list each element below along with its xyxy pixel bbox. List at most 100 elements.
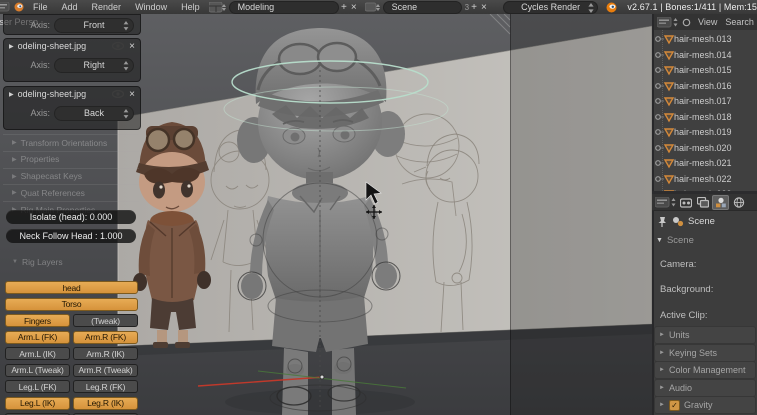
outliner-item[interactable]: hair-mesh.017 (654, 94, 757, 108)
rig-layer-armL-tweak-button[interactable]: Arm.L (Tweak) (5, 364, 70, 377)
breadcrumb-label: Scene (688, 216, 715, 227)
object-mesh-icon (654, 33, 674, 45)
bg-image-panel-back: ▶ odeling-sheet.jpg × Axis: Back (3, 86, 141, 130)
eye-icon[interactable] (112, 42, 124, 50)
object-mesh-icon (654, 49, 674, 61)
layout-close-icon[interactable]: × (349, 2, 359, 13)
tab-render-layers-icon[interactable] (695, 196, 710, 209)
menu-help[interactable]: Help (174, 2, 207, 12)
scene-close-icon[interactable]: × (479, 2, 489, 13)
neck-follow-head-slider[interactable]: Neck Follow Head : 1.000 (6, 229, 136, 243)
outliner-menu-search[interactable]: Search (721, 17, 757, 27)
rig-layer-armR-tweak-button[interactable]: Arm.R (Tweak) (73, 364, 138, 377)
outliner-item[interactable]: hair-mesh.015 (654, 63, 757, 77)
axis-front-select[interactable]: Front (54, 18, 134, 33)
rig-layer-fingers-button[interactable]: Fingers (5, 314, 70, 327)
object-mesh-icon (654, 142, 674, 154)
panel-shapecast-keys[interactable]: ▶Shapecast Keys (3, 168, 139, 184)
object-mesh-icon (654, 64, 674, 76)
menu-window[interactable]: Window (128, 2, 174, 12)
rig-layer-torso-button[interactable]: Torso (5, 298, 138, 311)
isolate-head-slider[interactable]: Isolate (head): 0.000 (6, 210, 136, 224)
section-gravity[interactable]: ►✓Gravity (654, 396, 756, 414)
outliner-item[interactable]: hair-mesh.018 (654, 110, 757, 124)
close-icon[interactable]: × (129, 41, 135, 52)
outliner-item[interactable]: hair-mesh.021 (654, 156, 757, 170)
object-mesh-icon (654, 126, 674, 138)
n-panel-region (510, 14, 652, 415)
object-mesh-icon (654, 80, 674, 92)
outliner-item[interactable]: hair-mesh.022 (654, 172, 757, 186)
background-field-label: Background: (660, 284, 713, 295)
outliner-item[interactable]: hair-mesh.014 (654, 48, 757, 62)
menu-render[interactable]: Render (85, 2, 129, 12)
scene-browse-icon[interactable] (365, 2, 381, 13)
bg-image-panel-right: ▶ odeling-sheet.jpg × Axis: Right (3, 38, 141, 82)
close-icon[interactable]: × (129, 89, 135, 100)
screen-layout-icon[interactable] (209, 2, 227, 13)
tab-render-icon[interactable] (678, 196, 693, 209)
rig-layer-legR-fk-button[interactable]: Leg.R (FK) (73, 380, 138, 393)
editor-type-icon[interactable] (0, 2, 10, 12)
bg-image-name: odeling-sheet.jpg (18, 41, 113, 51)
outliner-item[interactable]: hair-mesh.019 (654, 125, 757, 139)
tab-scene-icon[interactable] (712, 195, 729, 210)
rig-layer-tweak-button[interactable]: (Tweak) (73, 314, 138, 327)
rig-layer-armL-fk-button[interactable]: Arm.L (FK) (5, 331, 70, 344)
gravity-checkbox[interactable]: ✓ (669, 400, 680, 411)
scene-stats: v2.67.1 | Bones:1/411 | Mem:15 (627, 2, 757, 12)
layout-add-icon[interactable]: + (339, 2, 349, 13)
menu-add[interactable]: Add (55, 2, 85, 12)
scene-add-icon[interactable]: + (469, 2, 479, 13)
object-mesh-icon (654, 111, 674, 123)
rig-layer-legR-ik-button[interactable]: Leg.R (IK) (73, 397, 138, 410)
outliner-item[interactable]: hair-mesh.016 (654, 79, 757, 93)
outliner-menu-view[interactable]: View (694, 17, 721, 27)
scene-datablock-icon (672, 216, 684, 227)
rig-layer-armR-fk-button[interactable]: Arm.R (FK) (73, 331, 138, 344)
scene-panel-header[interactable]: ▼Scene (656, 235, 694, 246)
tab-world-icon[interactable] (731, 196, 746, 209)
object-mesh-icon (654, 95, 674, 107)
sidebar-overlay: hair-mesh.013 hair-mesh.014 hair-mesh.01… (652, 14, 757, 415)
rig-layer-armL-ik-button[interactable]: Arm.L (IK) (5, 347, 70, 360)
axis-label: Axis: (4, 60, 54, 70)
section-audio[interactable]: ►Audio (654, 379, 756, 397)
panel-quat-references[interactable]: ▶Quat References (3, 184, 139, 200)
expand-arrow-icon[interactable]: ▶ (9, 43, 14, 50)
axis-label: Axis: (4, 20, 54, 30)
section-keying-sets[interactable]: ►Keying Sets (654, 344, 756, 362)
properties-display-icon[interactable] (655, 197, 677, 208)
rig-layer-legL-fk-button[interactable]: Leg.L (FK) (5, 380, 70, 393)
menu-file[interactable]: File (26, 2, 55, 12)
rig-layer-head-button[interactable]: head (5, 281, 138, 294)
section-color-management[interactable]: ►Color Management (654, 361, 756, 379)
camera-field-label: Camera: (660, 259, 696, 270)
rig-layer-armR-ik-button[interactable]: Arm.R (IK) (73, 347, 138, 360)
active-clip-field-label: Active Clip: (660, 310, 708, 321)
scene-name-field[interactable]: Scene (383, 1, 462, 14)
axis-right-select[interactable]: Right (54, 58, 134, 73)
top-header: File Add Render Window Help Modeling + ×… (0, 0, 757, 15)
axis-back-select[interactable]: Back (54, 106, 134, 121)
panel-rig-layers[interactable]: ▼Rig Layers (3, 254, 139, 269)
panel-properties[interactable]: ▶Properties (3, 151, 139, 167)
blender-logo-icon (606, 2, 617, 13)
panel-transform-orientations[interactable]: ▶Transform Orientations (3, 134, 139, 150)
expand-arrow-icon[interactable]: ▶ (9, 91, 14, 98)
blender-app-icon (14, 2, 24, 12)
outliner-item[interactable]: hair-mesh.013 (654, 32, 757, 46)
eye-icon[interactable] (112, 90, 124, 98)
rig-layer-legL-ik-button[interactable]: Leg.L (IK) (5, 397, 70, 410)
axis-label: Axis: (4, 108, 54, 118)
pin-icon[interactable] (657, 216, 667, 227)
outliner-item[interactable]: hair-mesh.020 (654, 141, 757, 155)
section-units[interactable]: ►Units (654, 326, 756, 344)
properties-breadcrumb: Scene (652, 213, 757, 229)
layout-name-field[interactable]: Modeling (229, 1, 339, 14)
outliner-header: View Search (654, 14, 757, 31)
viewport-3d[interactable]: User Persp Axis: Front ▶ odeling-sheet.j… (0, 14, 652, 415)
filter-icon[interactable] (682, 18, 691, 27)
outliner-display-mode-icon[interactable] (657, 17, 679, 28)
render-engine-select[interactable]: Cycles Render (503, 1, 599, 14)
